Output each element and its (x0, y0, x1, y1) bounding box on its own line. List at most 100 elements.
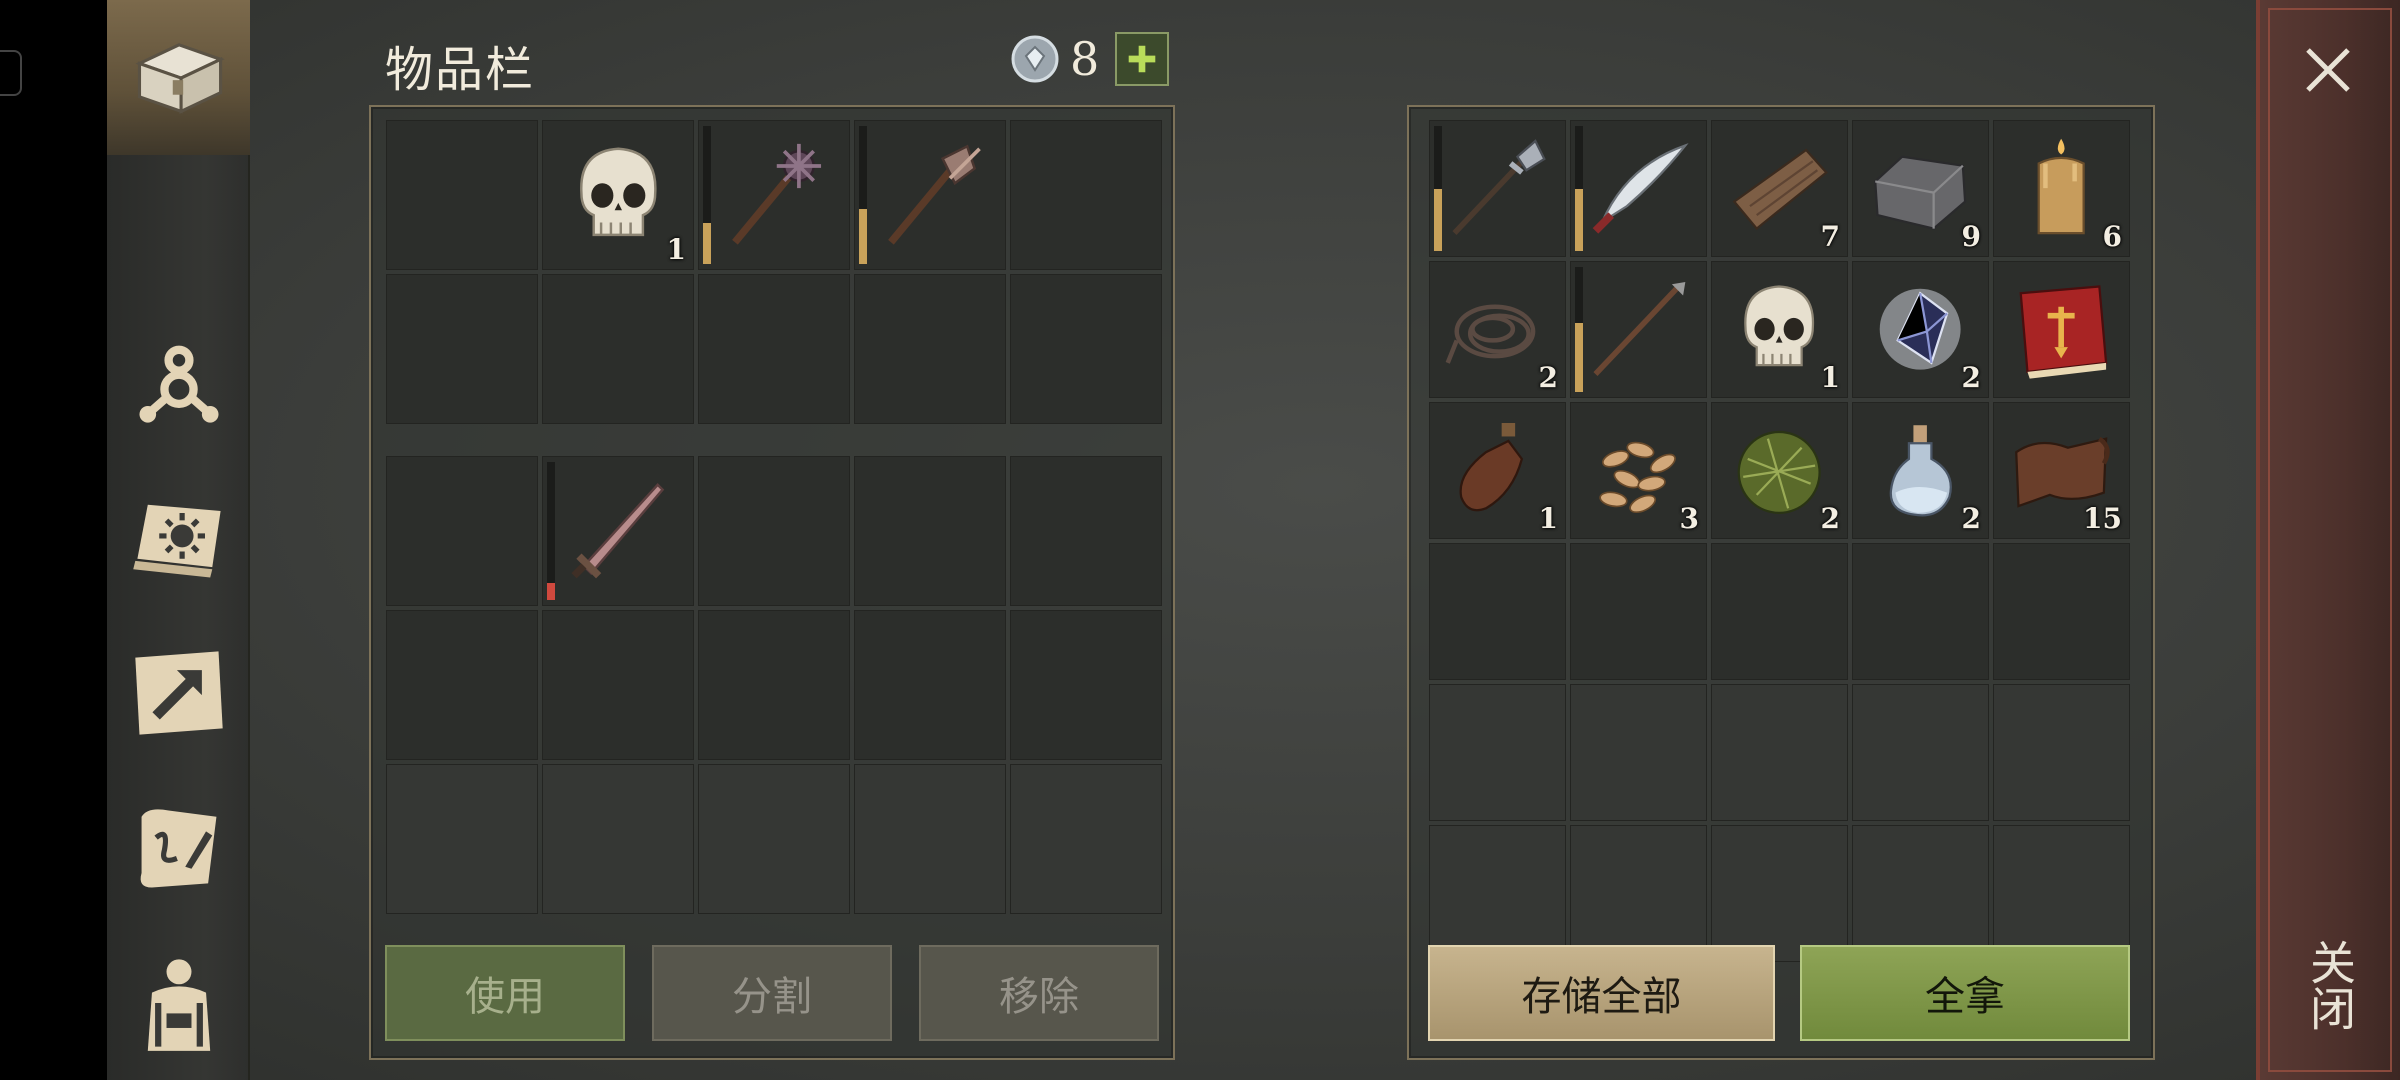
currency-amount: 8 (1070, 32, 1100, 86)
item-count: 2 (1820, 502, 1840, 535)
add-currency-button[interactable] (1115, 32, 1170, 86)
backpack-slot[interactable] (698, 610, 850, 760)
spiked-mace-icon (698, 120, 850, 270)
split-button[interactable]: 分割 (652, 945, 892, 1041)
player-slot[interactable] (698, 274, 850, 424)
container-slot[interactable]: 7 (1711, 120, 1848, 257)
screen-edge (0, 0, 107, 1080)
backpack-slot[interactable] (386, 456, 538, 606)
sidebar-tab-scroll[interactable] (107, 785, 250, 915)
backpack-slot[interactable] (1010, 610, 1162, 760)
container-slot[interactable] (1570, 825, 1707, 962)
player-slot[interactable] (386, 120, 538, 270)
backpack-slot[interactable] (542, 456, 694, 606)
container-slot[interactable]: 2 (1852, 261, 1989, 398)
container-slot[interactable] (1993, 825, 2130, 962)
backpack-slot[interactable] (386, 610, 538, 760)
currency-display: 8 (1010, 32, 1170, 86)
durability-bar (703, 126, 711, 264)
remove-button[interactable]: 移除 (919, 945, 1159, 1041)
inventory-screen: 物品栏 8 1 7 9 6 2 1 2 1 3 2 2 15 使用 分割 移除 存储全部 全拿 关闭 (0, 0, 2400, 1080)
halberd-icon (1429, 120, 1566, 257)
backpack-slot[interactable] (1010, 764, 1162, 914)
backpack-slot[interactable] (698, 764, 850, 914)
container-slot[interactable] (1711, 825, 1848, 962)
sidebar (107, 0, 250, 1080)
player-slot[interactable] (386, 274, 538, 424)
container-slot[interactable] (1993, 684, 2130, 821)
container-slot[interactable] (1570, 261, 1707, 398)
sword-icon (542, 456, 694, 606)
container-slot[interactable]: 1 (1711, 261, 1848, 398)
scimitar-icon (1570, 120, 1707, 257)
gem-icon (1010, 34, 1060, 84)
durability-bar (547, 462, 555, 600)
container-slot[interactable]: 2 (1711, 402, 1848, 539)
item-count: 1 (1538, 502, 1558, 535)
backpack-slot[interactable] (854, 610, 1006, 760)
container-slot[interactable] (1711, 543, 1848, 680)
container-slot[interactable] (1993, 261, 2130, 398)
skill-tree-icon (127, 329, 231, 437)
container-slot[interactable] (1570, 120, 1707, 257)
container-slot[interactable]: 1 (1429, 402, 1566, 539)
close-icon[interactable] (2300, 42, 2356, 98)
player-slot[interactable]: 1 (542, 120, 694, 270)
item-count: 1 (1820, 361, 1840, 394)
item-count: 6 (2102, 220, 2122, 253)
backpack-slot[interactable] (386, 764, 538, 914)
container-slot[interactable] (1711, 684, 1848, 821)
backpack-character-icon (127, 951, 231, 1059)
use-button[interactable]: 使用 (385, 945, 625, 1041)
container-slot[interactable] (1570, 543, 1707, 680)
durability-bar (1575, 126, 1583, 251)
player-slot[interactable] (1010, 120, 1162, 270)
backpack-slot[interactable] (854, 764, 1006, 914)
container-slot[interactable]: 9 (1852, 120, 1989, 257)
container-slot[interactable]: 3 (1570, 402, 1707, 539)
close-panel[interactable] (2256, 0, 2400, 1080)
container-slot[interactable] (1570, 684, 1707, 821)
item-count: 2 (1538, 361, 1558, 394)
backpack-slot[interactable] (1010, 456, 1162, 606)
sidebar-tab-chest[interactable] (107, 0, 250, 155)
sidebar-tab-character[interactable] (107, 940, 250, 1070)
container-slot[interactable] (1993, 543, 2130, 680)
container-slot[interactable] (1852, 684, 1989, 821)
container-slot[interactable]: 15 (1993, 402, 2130, 539)
close-label[interactable]: 关闭 (2300, 925, 2360, 1045)
container-slot[interactable] (1852, 825, 1989, 962)
player-slot[interactable] (854, 274, 1006, 424)
container-slot[interactable]: 2 (1429, 261, 1566, 398)
sidebar-tab-skills[interactable] (107, 318, 250, 448)
player-slot[interactable] (542, 274, 694, 424)
container-slot[interactable]: 2 (1852, 402, 1989, 539)
durability-bar (1434, 126, 1442, 251)
item-count: 2 (1961, 361, 1981, 394)
container-slot[interactable] (1429, 825, 1566, 962)
player-slot[interactable] (1010, 274, 1162, 424)
backpack-slot[interactable] (698, 456, 850, 606)
container-slot[interactable] (1429, 543, 1566, 680)
durability-bar (1575, 267, 1583, 392)
backpack-slot[interactable] (542, 764, 694, 914)
backpack-slot[interactable] (542, 610, 694, 760)
quill-scroll-icon (127, 796, 231, 904)
store-all-button[interactable]: 存储全部 (1428, 945, 1775, 1041)
container-slot[interactable]: 6 (1993, 120, 2130, 257)
take-all-button[interactable]: 全拿 (1800, 945, 2130, 1041)
sidebar-tab-tome[interactable] (107, 475, 250, 605)
backpack-slots-grid (386, 456, 1162, 914)
container-slot[interactable] (1429, 684, 1566, 821)
item-count: 1 (666, 233, 686, 266)
container-slot[interactable] (1852, 543, 1989, 680)
sidebar-tab-map[interactable] (107, 630, 250, 760)
player-slot[interactable] (698, 120, 850, 270)
container-slot[interactable] (1429, 120, 1566, 257)
player-slots-grid: 1 (386, 120, 1162, 424)
player-slot[interactable] (854, 120, 1006, 270)
durability-bar (859, 126, 867, 264)
item-count: 7 (1820, 220, 1840, 253)
backpack-slot[interactable] (854, 456, 1006, 606)
chest-icon (127, 24, 231, 132)
